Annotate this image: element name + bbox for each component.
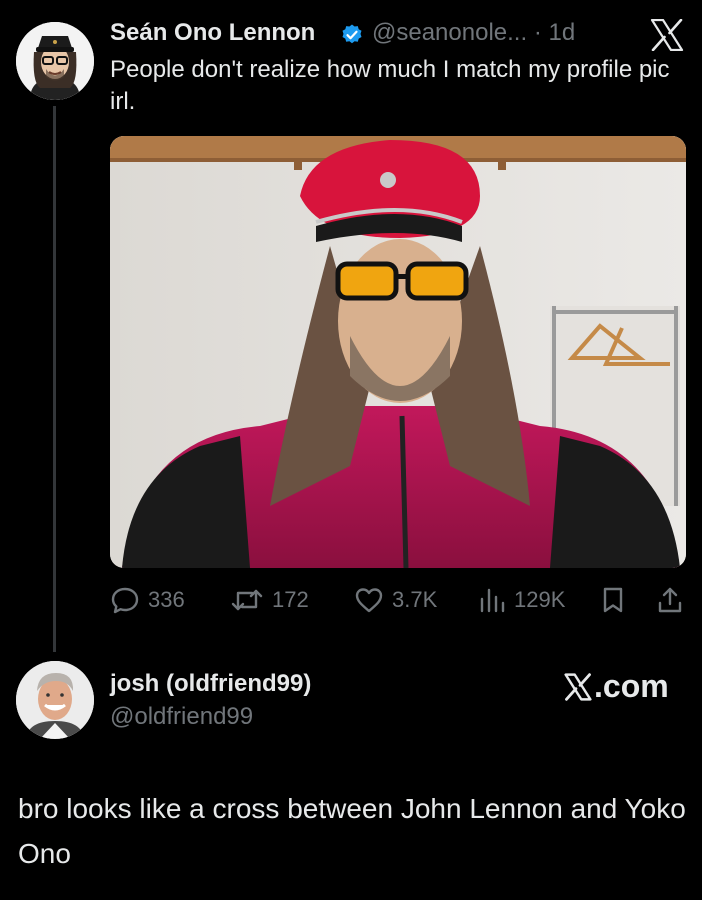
reply-author-handle[interactable]: @oldfriend99	[110, 703, 253, 731]
author-avatar[interactable]	[16, 22, 94, 100]
thread-connector-line	[53, 106, 56, 652]
reply-author-avatar[interactable]	[16, 661, 94, 739]
x-logo-icon	[564, 672, 592, 701]
retweet-button[interactable]: 172	[230, 584, 309, 616]
views-count: 129K	[514, 587, 566, 612]
x-com-text: .com	[594, 668, 669, 704]
reply-author-name[interactable]: josh (oldfriend99)	[110, 670, 311, 698]
author-handle[interactable]: @seanonole...	[372, 19, 527, 46]
views-button[interactable]: 129K	[478, 584, 565, 616]
reply-icon	[111, 587, 139, 614]
tweet-text: People don't realize how much I match my…	[110, 56, 670, 115]
x-logo-icon[interactable]	[650, 19, 684, 51]
retweet-icon	[231, 589, 263, 611]
retweet-count: 172	[272, 587, 309, 612]
verified-badge-icon	[342, 24, 362, 44]
reply-button[interactable]: 336	[110, 584, 185, 616]
like-icon	[355, 588, 383, 613]
reply-comment-text: bro looks like a cross between John Lenn…	[18, 793, 686, 869]
tweet-time: · 1d	[533, 19, 576, 46]
tweet-photo[interactable]	[110, 136, 686, 568]
share-icon	[658, 587, 682, 613]
x-com-watermark: .com	[564, 668, 669, 705]
bookmark-icon	[603, 587, 623, 613]
like-count: 3.7K	[392, 587, 438, 612]
share-button[interactable]	[656, 584, 684, 616]
author-name[interactable]: Seán Ono Lennon	[110, 19, 315, 47]
bookmark-button[interactable]	[600, 584, 626, 616]
like-button[interactable]: 3.7K	[354, 584, 437, 616]
views-icon	[480, 588, 505, 613]
reply-count: 336	[148, 587, 185, 612]
author-handle-and-time: @seanonole... · 1d	[372, 19, 575, 47]
